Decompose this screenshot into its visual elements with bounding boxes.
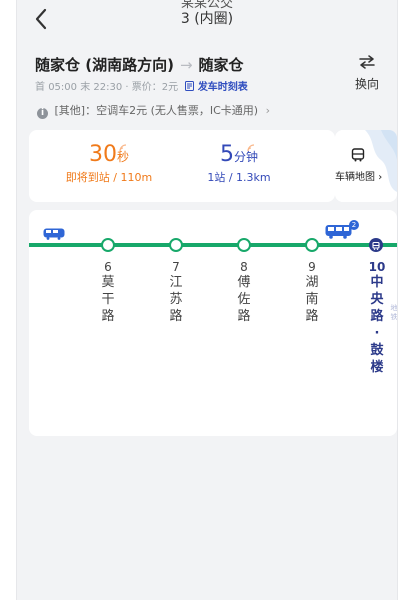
- notice-text: [其他]：空调车2元 (无人售票，IC卡通用): [54, 104, 259, 117]
- schedule-label: 发车时刻表: [197, 82, 248, 93]
- bus-icon: [351, 148, 365, 162]
- current-station-marker[interactable]: [369, 238, 383, 252]
- arrivals-card: 30秒 即将到站 / 110m 5分钟 1站 / 1.3km: [29, 130, 335, 202]
- arrival-following: 5分钟 1站 / 1.3km: [183, 142, 295, 185]
- current-station-number: 10: [368, 260, 386, 274]
- station-node[interactable]: [169, 238, 183, 252]
- route-direction: 随家仓 (湖南路方向) → 随家仓: [35, 54, 244, 75]
- bus-count-badge: 2: [349, 220, 359, 230]
- schedule-link[interactable]: 发车时刻表: [185, 81, 248, 93]
- last-bus-label: 末: [80, 82, 91, 93]
- info-icon: i: [37, 108, 48, 119]
- bus-position-icon: [43, 228, 65, 240]
- route-from: 随家仓 (湖南路方向): [35, 56, 174, 74]
- realtime-signal-icon: [119, 144, 127, 152]
- realtime-signal-icon: [247, 144, 255, 152]
- station-name: 江苏路: [169, 275, 183, 324]
- vehicle-map-label: 车辆地图 ›: [335, 172, 383, 183]
- arrival-following-value: 5: [219, 142, 234, 167]
- schedule-icon: [185, 81, 195, 91]
- station-node[interactable]: [237, 238, 251, 252]
- station-node[interactable]: [101, 238, 115, 252]
- top-bar: 某某公交 3 (内圈): [17, 0, 397, 32]
- arrival-next-unit: 秒: [116, 150, 129, 164]
- arrival-following-detail: 1站 / 1.3km: [207, 171, 271, 184]
- station-number: 6: [104, 260, 112, 274]
- station-number: 9: [308, 260, 316, 274]
- bus-stop-icon: [372, 241, 380, 250]
- route-line-card: 2 6 莫干路 7 江苏路 8 傅佐路 9 湖南路 10 中央路·鼓楼 地铁 公…: [29, 210, 397, 436]
- first-bus-time: 05:00: [48, 82, 78, 93]
- route-to: 随家仓: [198, 56, 244, 74]
- arrival-next-value: 30: [88, 142, 117, 167]
- fare-value: 2元: [161, 82, 179, 93]
- swap-direction-button[interactable]: 换向: [347, 54, 387, 92]
- page-title: 3 (内圈): [180, 11, 234, 27]
- swap-label: 换向: [354, 77, 379, 91]
- notice-bar[interactable]: i [其他]：空调车2元 (无人售票，IC卡通用) ›: [37, 102, 270, 119]
- route-info: 首 05:00 末 22:30 · 票价：2元 发车时刻表: [35, 81, 248, 93]
- station-number: 8: [240, 260, 248, 274]
- station-node[interactable]: [305, 238, 319, 252]
- arrival-next-detail: 即将到站 / 110m: [65, 171, 153, 184]
- station-name: 傅佐路: [237, 275, 251, 324]
- station-number: 7: [172, 260, 180, 274]
- vehicle-map-button[interactable]: 车辆地图 ›: [335, 130, 397, 202]
- station-name: 湖南路: [305, 275, 319, 324]
- chevron-right-icon: ›: [378, 172, 383, 183]
- current-station-name: 中央路·鼓楼: [370, 275, 384, 375]
- chevron-right-icon: ›: [265, 104, 270, 117]
- map-thumbnail: [335, 130, 397, 202]
- app-screen: 某某公交 3 (内圈) 随家仓 (湖南路方向) → 随家仓 换向 首 05:00 末…: [16, 0, 398, 600]
- transfer-tag: 地铁: [390, 304, 398, 321]
- route-line: [29, 243, 397, 247]
- swap-icon: [359, 55, 375, 69]
- station-name: 莫干路: [101, 275, 115, 324]
- fare-label: 票价：: [131, 82, 162, 93]
- route-arrow: →: [179, 56, 193, 74]
- arrival-next: 30秒 即将到站 / 110m: [53, 142, 165, 185]
- arrival-following-unit: 分钟: [233, 150, 258, 164]
- last-bus-time: 22:30: [93, 82, 123, 93]
- first-bus-label: 首: [35, 82, 45, 93]
